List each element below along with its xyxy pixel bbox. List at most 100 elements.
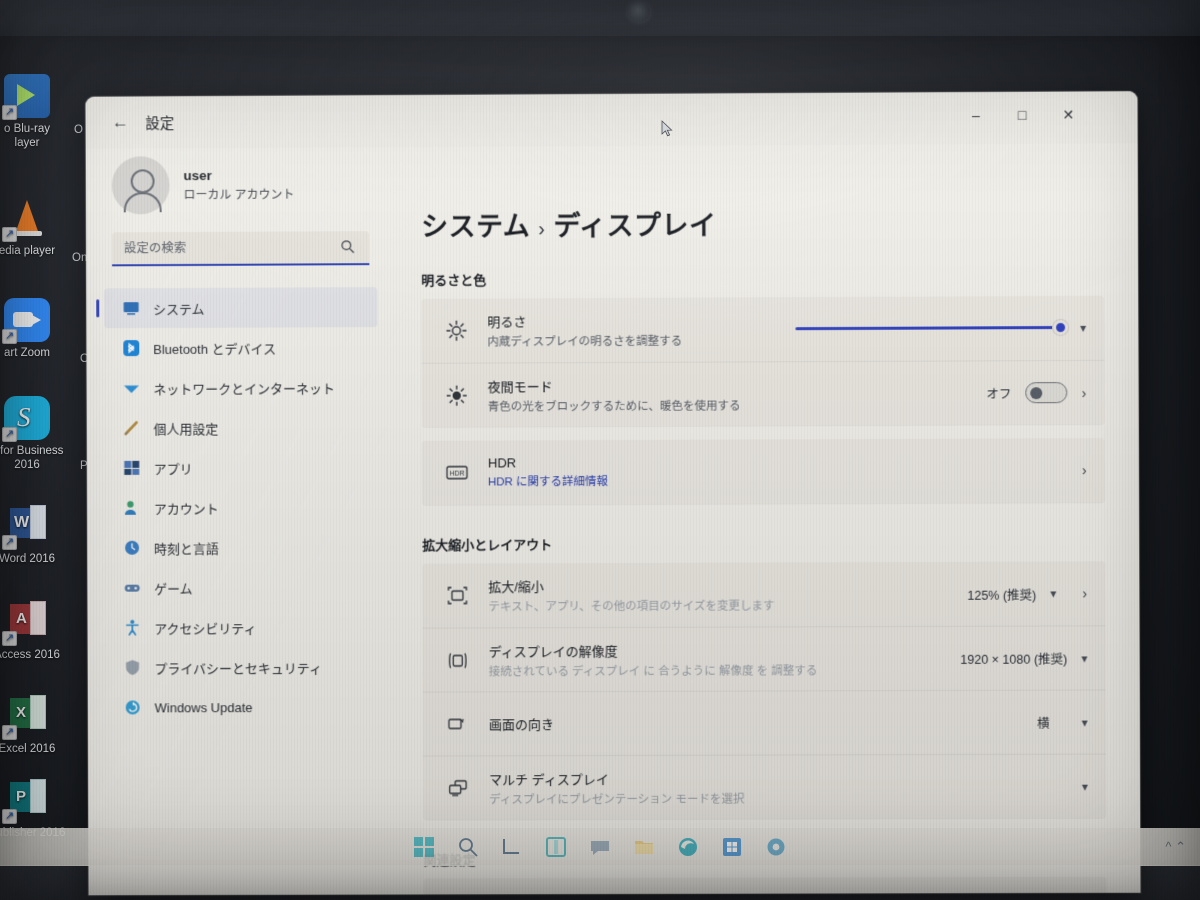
maximize-button[interactable]: □ [999,92,1045,138]
row-subtitle: 青色の光をブロックするために、暖色を使用する [488,396,969,414]
chat-icon[interactable] [589,836,611,858]
slider-knob[interactable] [1053,320,1068,335]
row-subtitle: テキスト、アプリ、その他の項目のサイズを変更します [488,597,949,615]
brightness-icon [443,318,469,344]
start-icon[interactable] [413,836,435,858]
breadcrumb-root[interactable]: システム [421,211,530,242]
chevron-down-icon[interactable]: ▾ [1082,715,1088,729]
orientation-value[interactable]: 横 [1037,713,1050,732]
row-multi-display[interactable]: マルチ ディスプレイ ディスプレイにプレゼンテーション モードを選択 ▾ [423,754,1106,820]
chevron-right-icon[interactable]: › [1082,384,1087,400]
sidebar-item-network[interactable]: ネットワークとインターネット [104,367,377,408]
bluetooth-icon [122,339,140,357]
desktop-partial-label: O [74,124,83,136]
page-title: システム › ディスプレイ [421,202,1104,244]
chevron-down-icon[interactable]: ▾ [1050,586,1056,600]
sidebar-item-system[interactable]: システム [104,287,377,328]
row-title: ディスプレイの解像度 [489,639,943,659]
main-content: システム › ディスプレイ 明るさと色 明るさ 内蔵ディスプレイの明るさを調整す… [399,143,1141,894]
chevron-down-icon[interactable]: ▾ [1080,321,1086,335]
sidebar-item-accounts[interactable]: アカウント [105,487,378,528]
row-text: ディスプレイの解像度 接続されている ディスプレイ に 合うように 解像度 を … [489,639,943,678]
sidebar-item-bluetooth[interactable]: Bluetooth とデバイス [104,327,377,368]
row-resolution[interactable]: ディスプレイの解像度 接続されている ディスプレイ に 合うように 解像度 を … [423,625,1106,691]
row-orientation[interactable]: 画面の向き 横 ▾ [423,689,1106,755]
sidebar-item-label: 時刻と言語 [154,538,219,557]
sidebar-item-label: Windows Update [155,700,253,715]
task-view-icon[interactable] [501,836,523,858]
row-controls: ▾ [795,317,1086,340]
sidebar-item-windows-update[interactable]: Windows Update [106,687,379,728]
chevron-right-icon[interactable]: › [1082,585,1087,601]
shield-icon [124,659,142,677]
desktop-icon-word[interactable]: W Word 2016 [0,504,82,566]
hdr-learn-more-link[interactable]: HDR に関する詳細情報 [488,471,1064,489]
desktop-icon-excel[interactable]: X Excel 2016 [0,694,82,756]
file-explorer-icon[interactable] [633,836,655,858]
desktop-icon-zoom[interactable]: art Zoom [0,298,82,360]
access-icon: A [4,600,50,644]
row-scale[interactable]: 拡大/縮小 テキスト、アプリ、その他の項目のサイズを変更します 125% (推奨… [422,561,1105,627]
desktop-icon-vlc[interactable]: edia player [0,196,82,258]
slider-fill [795,326,1066,330]
word-icon: W [4,504,50,548]
desktop-icon-label: Access 2016 [0,648,82,662]
display-icon [122,299,140,317]
advanced-display-card[interactable]: ディスプレイの詳細設定 情報の表示、リフレッシュ レート › [424,877,1107,895]
row-subtitle: 内蔵ディスプレイの明るさを調整する [487,332,777,349]
zoom-icon [4,298,50,342]
row-night-light[interactable]: 夜間モード 青色の光をブロックするために、暖色を使用する オフ › [422,360,1105,427]
desktop-icon-bluray[interactable]: o Blu-ray layer [0,74,82,150]
resolution-value[interactable]: 1920 × 1080 (推奨) [960,649,1067,668]
sidebar-item-accessibility[interactable]: アクセシビリティ [105,607,378,648]
search-wrapper [86,231,385,266]
row-controls: 1920 × 1080 (推奨) ▾ [960,648,1087,667]
row-subtitle: ディスプレイにプレゼンテーション モードを選択 [489,789,1064,807]
orientation-icon [445,711,471,737]
sidebar-item-personalization[interactable]: 個人用設定 [105,407,378,448]
edge-icon[interactable] [677,836,699,858]
desktop-icon-access[interactable]: A Access 2016 [0,600,82,662]
mouse-pointer-icon [661,120,673,138]
sidebar-item-time-language[interactable]: 時刻と言語 [105,527,378,568]
row-advanced-display[interactable]: ディスプレイの詳細設定 情報の表示、リフレッシュ レート › [424,877,1107,895]
account-subtitle: ローカル アカウント [183,185,294,203]
excel-icon: X [4,694,50,738]
breadcrumb-separator: › [538,218,545,240]
chevron-down-icon[interactable]: ▾ [1082,779,1088,793]
search-icon[interactable] [457,836,479,858]
desktop-icon-label: edia player [0,244,82,258]
search-box[interactable] [112,231,369,266]
chevron-right-icon[interactable]: › [1082,462,1087,478]
brightness-slider[interactable] [795,317,1066,340]
accessibility-icon [123,619,141,637]
sidebar-item-apps[interactable]: アプリ [105,447,378,488]
toggle-knob [1031,387,1043,399]
night-light-toggle[interactable] [1026,382,1068,403]
system-tray[interactable]: ^ ⌃ [1165,828,1186,866]
desktop-icon-skype-business[interactable]: S e for Business 2016 [0,396,82,472]
back-arrow-icon[interactable]: ← [103,107,137,137]
scale-value[interactable]: 125% (推奨) [967,584,1036,603]
hdr-card[interactable]: HDR HDR HDR に関する詳細情報 › [422,438,1105,505]
laptop-screen-photo: o Blu-ray layer edia player art Zoom S [0,0,1200,900]
sidebar-item-privacy-security[interactable]: プライバシーとセキュリティ [106,647,379,688]
row-text: 夜間モード 青色の光をブロックするために、暖色を使用する [488,374,969,414]
minimize-button[interactable]: – [953,92,999,138]
apps-icon [123,459,141,477]
search-input[interactable] [112,240,339,255]
close-button[interactable]: ✕ [1045,91,1091,137]
row-brightness[interactable]: 明るさ 内蔵ディスプレイの明るさを調整する ▾ [421,296,1104,363]
widgets-icon[interactable] [545,836,567,858]
chevron-down-icon[interactable]: ▾ [1081,651,1087,665]
sidebar-item-gaming[interactable]: ゲーム [105,567,378,608]
settings-icon[interactable] [765,836,787,858]
brush-icon [123,419,141,437]
skype-business-icon: S [4,396,50,440]
sidebar-item-label: アプリ [154,458,193,477]
account-block[interactable]: user ローカル アカウント [86,147,385,232]
row-title: マルチ ディスプレイ [489,767,1064,788]
row-hdr[interactable]: HDR HDR HDR に関する詳細情報 › [422,438,1105,505]
clock-globe-icon [123,539,141,557]
store-icon[interactable] [721,836,743,858]
